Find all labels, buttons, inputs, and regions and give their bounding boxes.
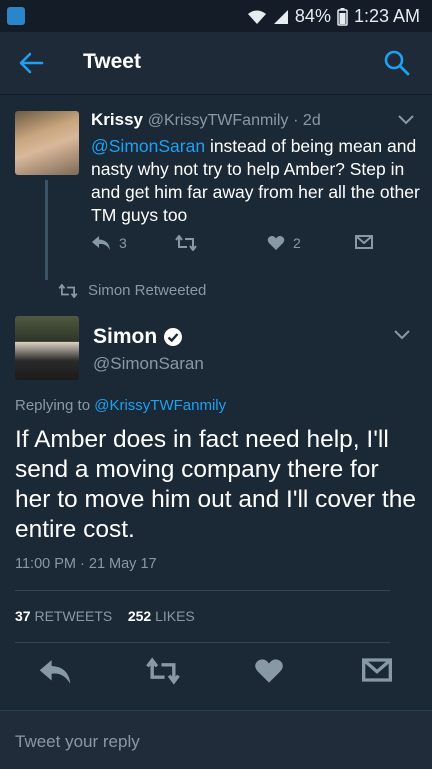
reply-icon[interactable] [38,657,72,691]
replying-prefix: Replying to [15,397,95,414]
retweet-icon[interactable] [146,657,180,691]
thread-connector [45,180,48,280]
retweeted-by-label: Simon Retweeted [88,282,207,299]
retweet-icon [175,235,197,251]
heart-icon[interactable] [254,657,288,691]
verified-badge-icon [163,327,183,347]
reply-composer[interactable]: Tweet your reply [0,710,432,769]
reply-input[interactable]: Tweet your reply [15,732,140,752]
main-tweet-actions [0,657,432,691]
wifi-icon [247,9,267,25]
reply-count: 3 [119,235,127,251]
heart-icon [267,235,285,251]
direct-message-icon[interactable] [362,657,396,691]
retweet-button[interactable] [175,235,197,251]
reply-button[interactable]: 3 [91,235,127,251]
avatar-krissy[interactable] [15,111,79,175]
avatar-simon[interactable] [15,316,79,380]
mention-link[interactable]: @SimonSaran [91,136,205,156]
parent-tweet-header: Krissy @KrissyTWFanmily · 2d [91,110,321,130]
retweets-count: 37 [15,608,31,624]
notification-app-icon [7,7,25,25]
author-name[interactable]: Simon [93,325,157,349]
battery-icon [337,7,348,26]
replying-to-link[interactable]: @KrissyTWFanmily [94,397,226,414]
direct-message-icon [355,235,373,249]
divider [15,642,390,643]
author-handle: @KrissyTWFanmily [147,112,289,129]
reply-icon [91,235,111,251]
replying-to: Replying to @KrissyTWFanmily [15,397,226,414]
dm-button[interactable] [355,235,373,249]
likes-count: 252 [127,608,152,624]
back-arrow-icon[interactable] [16,48,46,78]
author-name-row[interactable]: Simon [93,325,183,349]
parent-tweet-actions: 3 2 [91,235,381,257]
like-count: 2 [293,235,301,251]
author-handle: @SimonSaran [93,354,204,373]
app-bar: Tweet [0,32,432,95]
tweet-timestamp: 11:00 PM · 21 May 17 [15,556,157,572]
chevron-down-icon[interactable] [394,330,410,340]
clock: 1:23 AM [353,6,420,26]
status-right: 84% 1:23 AM [247,6,420,27]
parent-tweet-text: @SimonSaran instead of being mean and na… [91,135,421,227]
main-tweet-text: If Amber does in fact need help, I'll se… [15,426,416,543]
engagement-stats[interactable]: 37 RETWEETS 252 LIKES [15,608,195,624]
retweet-icon [58,283,78,298]
author-name[interactable]: Krissy [91,110,143,129]
retweets-label: RETWEETS [34,608,113,624]
battery-percent: 84% [294,6,331,26]
tweet-age: · 2d [293,112,321,129]
like-button[interactable]: 2 [267,235,301,251]
chevron-down-icon[interactable] [398,115,414,125]
likes-label: LIKES [155,608,195,624]
retweeted-by: Simon Retweeted [58,282,206,299]
search-icon[interactable] [382,48,412,78]
status-bar: 84% 1:23 AM [0,0,432,32]
signal-icon [273,9,289,25]
page-title: Tweet [83,50,141,73]
divider [15,590,390,591]
